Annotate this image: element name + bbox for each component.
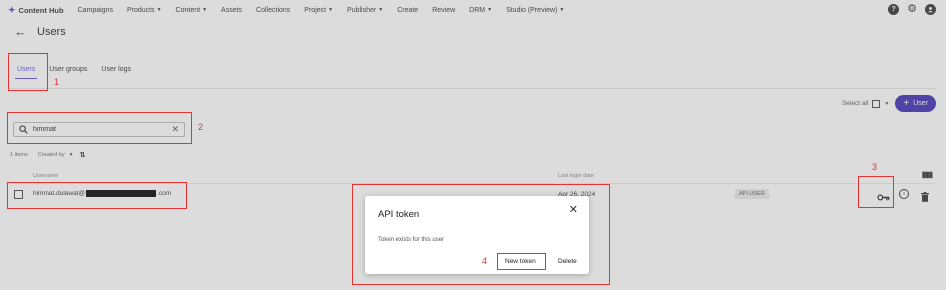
- annotation-box-4: [497, 253, 546, 270]
- annotation-box-dialog: [352, 184, 610, 285]
- annotation-number-1: 1: [54, 77, 60, 87]
- annotation-box-username: [7, 182, 187, 209]
- annotation-number-4: 4: [482, 256, 488, 266]
- annotation-box-3: [858, 176, 894, 208]
- annotation-number-2: 2: [198, 122, 204, 132]
- annotation-box-1: [8, 53, 48, 91]
- annotation-number-3: 3: [872, 162, 878, 172]
- annotation-box-2: [7, 112, 192, 144]
